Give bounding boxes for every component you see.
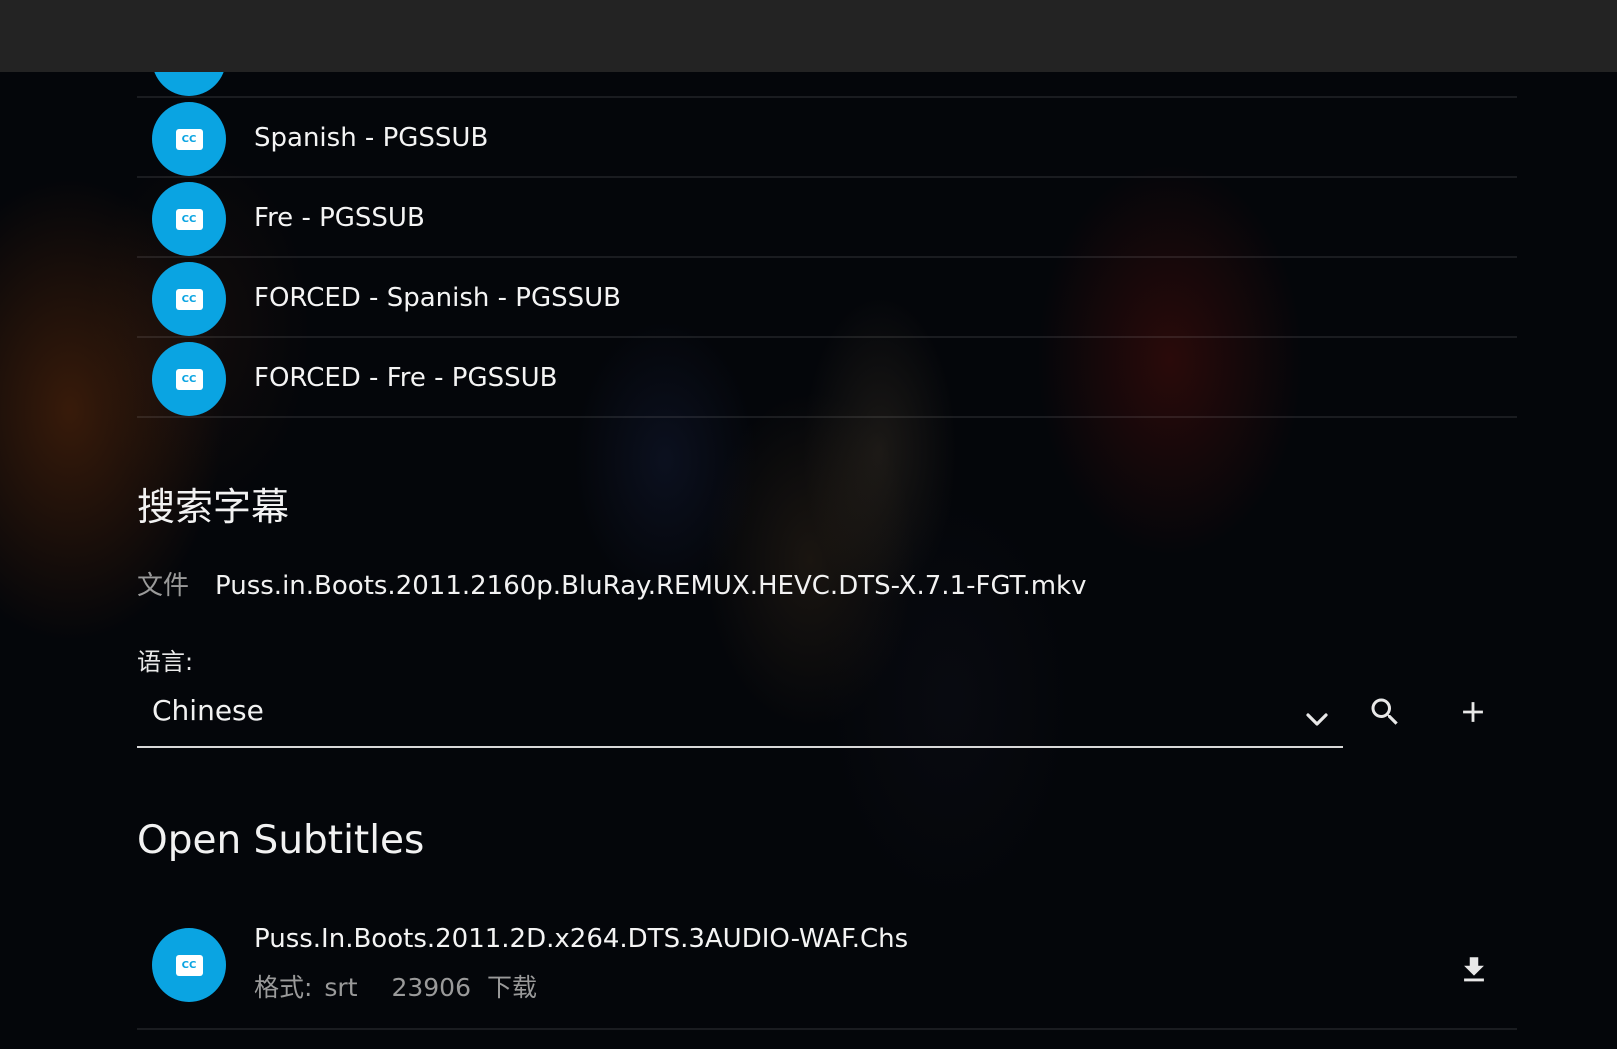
download-icon [1464, 957, 1484, 982]
subtitle-track-label: FORCED - Fre - PGSSUB [254, 363, 558, 393]
download-count-label: 下载 [486, 973, 537, 1002]
subtitle-track-label: Spanish - PGSSUB [254, 123, 489, 153]
subtitle-panel: CC CC Spanish - PGSSUB CC Fre - PGSSUB C… [137, 0, 1517, 1049]
closed-caption-icon: CC [152, 342, 226, 416]
subtitle-track-label: Fre - PGSSUB [254, 203, 425, 233]
search-button[interactable] [1357, 684, 1413, 740]
file-info-row: 文件 Puss.in.Boots.2011.2160p.BluRay.REMUX.… [137, 565, 1087, 602]
subtitle-result-meta: 格式: srt 23906 下载 [254, 968, 541, 1004]
subtitle-track-list: CC CC Spanish - PGSSUB CC Fre - PGSSUB C… [137, 18, 1517, 418]
language-select[interactable]: Chinese [137, 690, 1343, 748]
subtitle-result-title: Puss.In.Boots.2011.2D.x264.DTS.3AUDIO-WA… [254, 924, 909, 954]
language-label: 语言: [137, 648, 194, 676]
open-subtitles-heading: Open Subtitles [137, 818, 425, 863]
file-label: 文件 [137, 571, 190, 601]
add-subtitle-button[interactable] [1445, 684, 1501, 740]
file-name: Puss.in.Boots.2011.2160p.BluRay.REMUX.HE… [215, 571, 1087, 601]
format-value: srt [324, 973, 358, 1002]
subtitle-track-item[interactable]: CC FORCED - Spanish - PGSSUB [137, 258, 1517, 338]
closed-caption-icon: CC [152, 928, 226, 1002]
download-button[interactable] [1446, 942, 1502, 998]
subtitle-track-item[interactable]: CC Fre - PGSSUB [137, 178, 1517, 258]
format-label: 格式: [254, 973, 313, 1002]
subtitle-result-item[interactable]: CC Puss.In.Boots.2011.2D.x264.DTS.3AUDIO… [137, 918, 1517, 1030]
subtitle-track-item[interactable]: CC FORCED - Fre - PGSSUB [137, 338, 1517, 418]
search-icon [1371, 698, 1398, 725]
closed-caption-icon: CC [152, 262, 226, 336]
closed-caption-icon: CC [152, 102, 226, 176]
download-count: 23906 [391, 973, 471, 1002]
top-app-bar [0, 0, 1617, 72]
search-subtitles-heading: 搜索字幕 [137, 485, 290, 529]
language-select-value: Chinese [152, 694, 264, 727]
closed-caption-icon: CC [152, 182, 226, 256]
subtitle-track-label: FORCED - Spanish - PGSSUB [254, 283, 621, 313]
chevron-down-icon [1306, 713, 1328, 726]
subtitle-track-item[interactable]: CC Spanish - PGSSUB [137, 98, 1517, 178]
plus-icon [1463, 702, 1483, 722]
